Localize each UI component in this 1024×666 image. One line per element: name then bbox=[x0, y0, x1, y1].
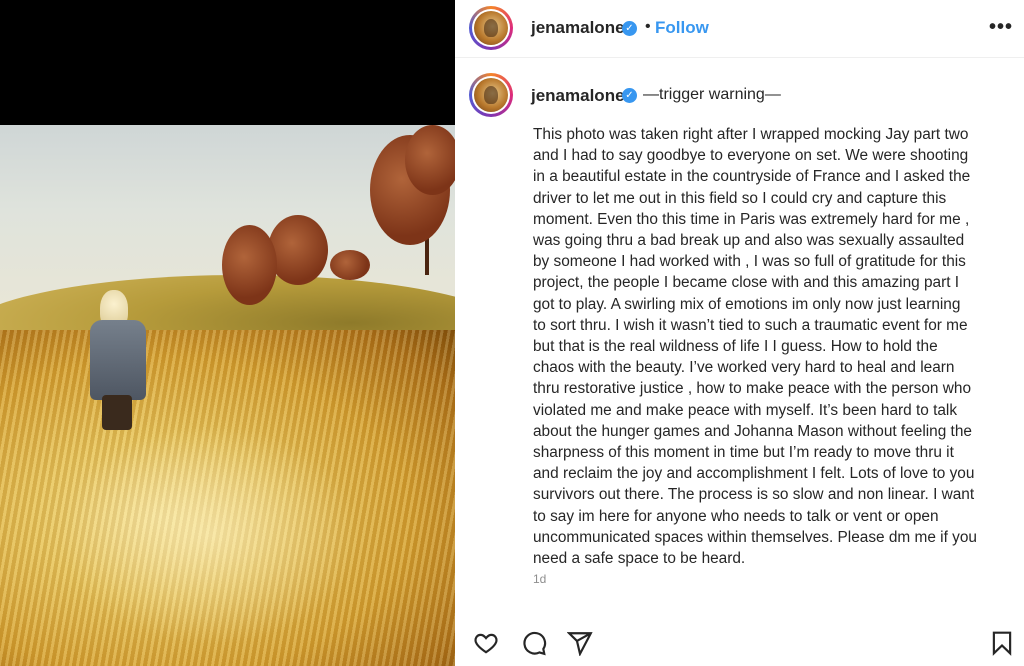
caption-title: —trigger warning— bbox=[643, 86, 781, 103]
avatar-ring bbox=[472, 9, 510, 47]
caption-text: This photo was taken right after I wrapp… bbox=[533, 126, 977, 568]
photo-column bbox=[0, 0, 455, 666]
person-jacket bbox=[90, 320, 146, 400]
post-side-panel: jenamalone ✓ • Follow ••• jenamalone ✓ —… bbox=[455, 0, 1024, 666]
username-link[interactable]: jenamalone bbox=[531, 18, 625, 38]
post-header: jenamalone ✓ • Follow ••• bbox=[455, 0, 1024, 58]
verified-badge-icon: ✓ bbox=[622, 88, 637, 103]
tree bbox=[330, 250, 370, 280]
action-bar bbox=[455, 618, 1024, 666]
instagram-post-view: jenamalone ✓ • Follow ••• jenamalone ✓ —… bbox=[0, 0, 1024, 666]
verified-badge-icon: ✓ bbox=[622, 21, 637, 36]
caption-avatar[interactable] bbox=[469, 73, 513, 117]
field-glow bbox=[60, 425, 360, 645]
follow-button[interactable]: Follow bbox=[655, 18, 709, 38]
like-button[interactable] bbox=[471, 628, 501, 658]
person-figure bbox=[88, 290, 148, 430]
avatar-photo bbox=[474, 78, 508, 112]
comment-button[interactable] bbox=[519, 628, 549, 658]
bookmark-button[interactable] bbox=[987, 628, 1017, 658]
tree bbox=[268, 215, 328, 285]
post-photo[interactable] bbox=[0, 125, 455, 666]
avatar-ring bbox=[472, 76, 510, 114]
avatar[interactable] bbox=[469, 6, 513, 50]
separator-dot: • bbox=[645, 18, 651, 35]
more-options-icon[interactable]: ••• bbox=[989, 16, 1013, 39]
bookmark-icon bbox=[992, 631, 1012, 656]
comment-icon bbox=[523, 631, 547, 656]
share-button[interactable] bbox=[565, 628, 595, 658]
avatar-photo bbox=[474, 11, 508, 45]
post-timestamp[interactable]: 1d bbox=[533, 572, 546, 586]
share-icon bbox=[567, 632, 593, 656]
heart-icon bbox=[474, 633, 498, 654]
person-legs bbox=[102, 395, 132, 430]
caption-username-link[interactable]: jenamalone bbox=[531, 86, 625, 106]
tree bbox=[222, 225, 277, 305]
tree bbox=[405, 125, 455, 195]
